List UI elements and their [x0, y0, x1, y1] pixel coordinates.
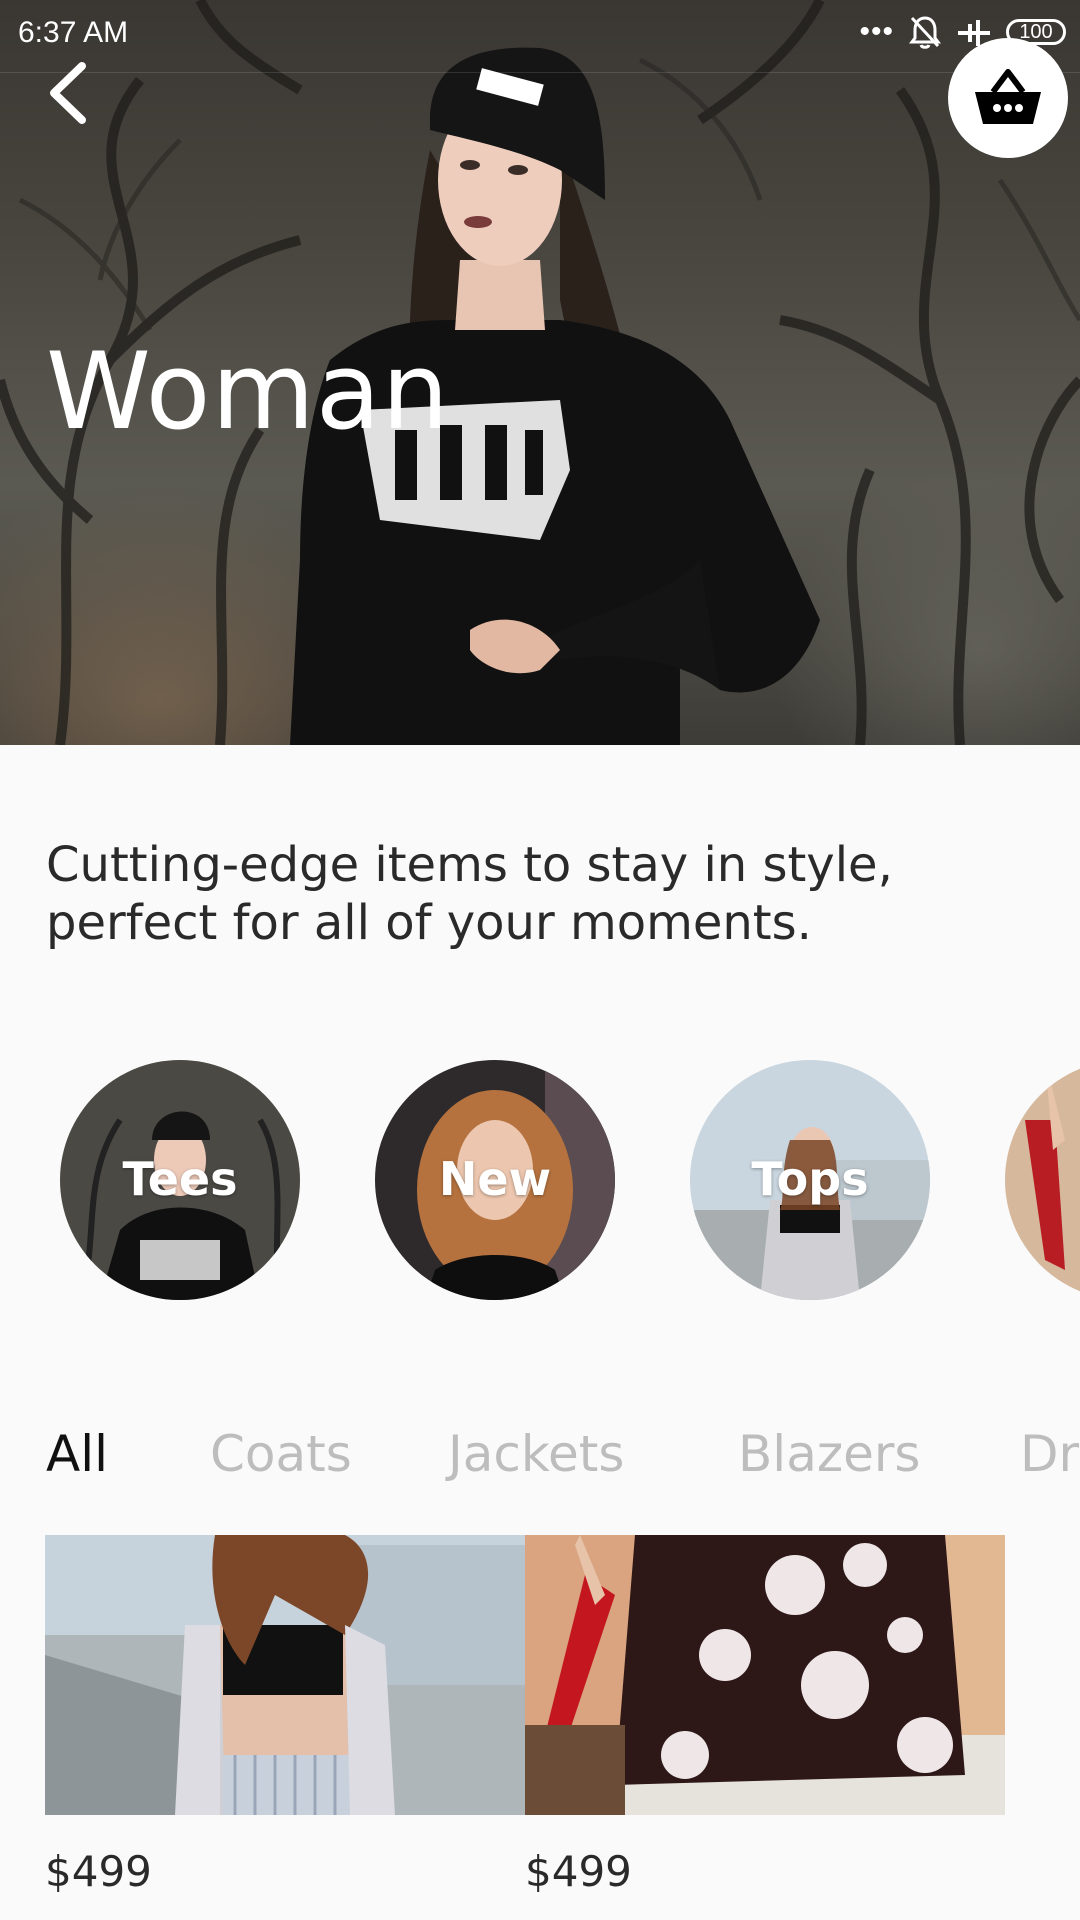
product-price: $499 [45, 1847, 152, 1896]
tab-all[interactable]: All [46, 1425, 108, 1483]
tab-jackets[interactable]: Jackets [448, 1425, 624, 1483]
product-image [525, 1535, 1005, 1815]
category-circle-tees[interactable]: Tees [60, 1060, 300, 1300]
product-image [45, 1535, 525, 1815]
tab-dresses[interactable]: Dr [1020, 1425, 1079, 1483]
product-price: $499 [525, 1847, 632, 1896]
category-label: Tees [122, 1152, 238, 1206]
product-card[interactable]: $499 [525, 1535, 1005, 1896]
more-dots-icon: ••• [859, 15, 894, 48]
category-label: New [438, 1152, 552, 1206]
category-label: Tops [751, 1152, 869, 1206]
status-time: 6:37 AM [18, 16, 129, 49]
page-title: Woman [46, 330, 450, 453]
product-card[interactable]: $499 [45, 1535, 525, 1896]
tab-blazers[interactable]: Blazers [738, 1425, 920, 1483]
category-description: Cutting-edge items to stay in style, per… [46, 837, 893, 951]
category-circle-tops[interactable]: Tops [690, 1060, 930, 1300]
filter-tabs[interactable]: All Coats Jackets Blazers Dr [0, 1425, 1080, 1495]
category-carousel[interactable]: Tees New Tops [0, 1060, 1080, 1300]
chevron-left-icon [50, 62, 86, 124]
category-image [1005, 1060, 1080, 1300]
status-bar: 6:37 AM ••• 100 [0, 0, 1080, 73]
hero-banner: 6:37 AM ••• 100 Woman [0, 0, 1080, 745]
category-circle-new[interactable]: New [375, 1060, 615, 1300]
back-button[interactable] [42, 58, 102, 128]
basket-icon [975, 69, 1041, 124]
bell-muted-icon [909, 16, 941, 49]
tab-coats[interactable]: Coats [210, 1425, 352, 1483]
cart-button[interactable] [948, 38, 1068, 158]
category-circle-partial[interactable] [1005, 1060, 1080, 1300]
